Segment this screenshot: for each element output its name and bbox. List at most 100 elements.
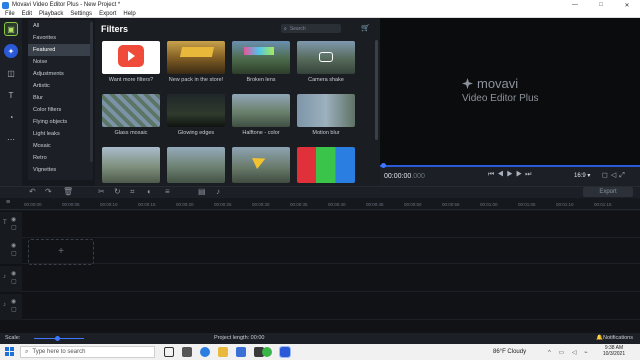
filter-search-input[interactable]: ⌕ Search (281, 24, 341, 33)
app-icon (2, 1, 9, 9)
filter-tile-motion-blur[interactable] (297, 94, 355, 127)
playhead-knob[interactable] (381, 163, 386, 168)
cut-icon[interactable]: ✂ (98, 187, 105, 196)
menu-edit[interactable]: Edit (22, 11, 32, 17)
category-favorites[interactable]: Favorites (28, 32, 93, 44)
play-icon[interactable]: ▶ (507, 171, 516, 178)
category-featured[interactable]: Featured (28, 44, 93, 56)
lock-icon[interactable]: ▢ (11, 224, 17, 231)
skip-back-icon[interactable]: ⏮ (488, 171, 497, 178)
file-explorer-icon[interactable] (218, 347, 228, 357)
category-mosaic[interactable]: Mosaic (28, 140, 93, 152)
category-color-filters[interactable]: Color filters (28, 104, 93, 116)
redo-icon[interactable]: ↷ (45, 187, 52, 196)
category-adjustments[interactable]: Adjustments (28, 68, 93, 80)
menu-help[interactable]: Help (123, 11, 135, 17)
close-button[interactable]: ✕ (614, 2, 640, 9)
category-retro[interactable]: Retro (28, 152, 93, 164)
filters-scrollbar[interactable] (375, 40, 378, 140)
clock[interactable]: 9:38 AM 10/3/2021 (600, 345, 628, 357)
weather[interactable]: 86°F Cloudy (493, 349, 526, 355)
lock-icon[interactable]: ▢ (11, 306, 17, 313)
playback-progress[interactable] (380, 165, 640, 167)
scale-slider-knob[interactable] (55, 336, 60, 341)
filter-tile-promo[interactable] (102, 41, 160, 74)
title-track[interactable] (0, 212, 640, 238)
task-view-icon[interactable] (182, 347, 192, 357)
track-menu-icon[interactable]: ≡ (6, 199, 10, 206)
store-cart-icon[interactable]: 🛒 (361, 24, 370, 32)
category-vignettes[interactable]: Vignettes (28, 164, 93, 176)
prev-frame-icon[interactable]: ◀ (497, 171, 506, 178)
category-artistic[interactable]: Artistic (28, 80, 93, 92)
filter-tile-glass-mosaic[interactable] (102, 94, 160, 127)
category-blur[interactable]: Blur (28, 92, 93, 104)
menu-file[interactable]: File (5, 11, 15, 17)
menu-playback[interactable]: Playback (39, 11, 63, 17)
notifications-label[interactable]: Notifications (603, 335, 633, 341)
minimize-button[interactable]: — (562, 2, 588, 8)
system-tray-icons[interactable]: ^ ▭ ◁ ⌁ (548, 349, 591, 356)
filter-tile[interactable] (297, 147, 355, 183)
audio-track[interactable] (0, 294, 640, 320)
audio-track[interactable] (0, 266, 640, 292)
crop-icon[interactable]: ⌗ (130, 187, 135, 197)
movavi-taskbar-icon[interactable] (279, 346, 291, 358)
filter-tile-camera-shake[interactable] (297, 41, 355, 74)
category-all[interactable]: All (28, 20, 93, 32)
edge-icon[interactable] (200, 347, 210, 357)
filter-tile-pack[interactable] (167, 41, 225, 74)
snapshot-icon[interactable]: ◻ (602, 172, 611, 179)
category-scrollbar[interactable] (90, 22, 93, 162)
stabilize-icon[interactable]: ▤ (198, 187, 206, 196)
import-icon[interactable]: ▣ (4, 22, 18, 36)
aspect-ratio-select[interactable]: 16:9 ▾ (574, 172, 590, 179)
notifications-icon[interactable]: 🔔 (596, 335, 603, 341)
transitions-icon[interactable]: ◫ (4, 66, 18, 80)
next-frame-icon[interactable]: ▶ (516, 171, 525, 178)
stickers-icon[interactable]: ◔ (4, 110, 18, 124)
taskbar-search-input[interactable]: ⌕ Type here to search (20, 346, 155, 358)
volume-icon[interactable]: ◁ (611, 172, 619, 179)
filter-label: Motion blur (312, 130, 340, 136)
mute-icon[interactable]: ◉ (11, 298, 16, 305)
audio-icon[interactable]: ♪ (216, 187, 220, 196)
delete-icon[interactable]: 🗑 (63, 187, 73, 196)
effects-icon[interactable]: ✦ (4, 44, 18, 58)
filter-tile-halftone-color[interactable] (232, 94, 290, 127)
visibility-icon[interactable]: ◉ (11, 216, 16, 223)
rotate-icon[interactable]: ↻ (114, 187, 121, 196)
visibility-icon[interactable]: ◉ (11, 242, 16, 249)
ruler-tick: 00:00:40 (328, 202, 346, 207)
filter-tile[interactable] (232, 147, 290, 183)
menu-export[interactable]: Export (99, 11, 116, 17)
video-preview[interactable] (380, 18, 640, 166)
filter-tile-broken-lens[interactable] (232, 41, 290, 74)
filter-tile[interactable] (102, 147, 160, 183)
chrome-icon[interactable] (262, 347, 272, 357)
more-icon[interactable]: ⋯ (4, 132, 18, 146)
menu-settings[interactable]: Settings (70, 11, 92, 17)
color-icon[interactable]: ◐ (147, 187, 152, 196)
add-media-placeholder[interactable]: + (28, 239, 94, 265)
mute-icon[interactable]: ◉ (11, 270, 16, 277)
timeline-ruler[interactable] (0, 198, 640, 210)
skip-forward-icon[interactable]: ⏭ (525, 171, 534, 178)
category-flying-objects[interactable]: Flying objects (28, 116, 93, 128)
clip-properties-icon[interactable]: ≡ (165, 187, 170, 196)
titles-icon[interactable]: T (4, 88, 18, 102)
cortana-icon[interactable] (164, 347, 174, 357)
export-button[interactable]: Export (583, 187, 633, 197)
category-noise[interactable]: Noise (28, 56, 93, 68)
filter-tile[interactable] (167, 147, 225, 183)
filter-tile-glowing-edges[interactable] (167, 94, 225, 127)
lock-icon[interactable]: ▢ (11, 250, 17, 257)
maximize-button[interactable]: □ (588, 2, 614, 8)
video-track[interactable] (0, 238, 640, 264)
lock-icon[interactable]: ▢ (11, 278, 17, 285)
category-light-leaks[interactable]: Light leaks (28, 128, 93, 140)
fullscreen-icon[interactable]: ⤢ (619, 172, 628, 179)
store-icon[interactable] (236, 347, 246, 357)
start-icon[interactable] (5, 347, 14, 356)
undo-icon[interactable]: ↶ (29, 187, 36, 196)
